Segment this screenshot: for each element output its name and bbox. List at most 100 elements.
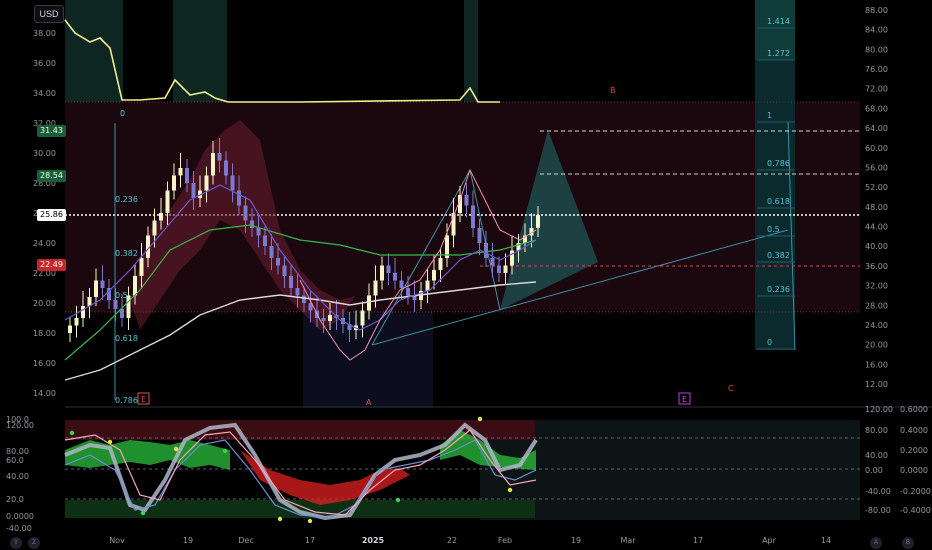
- right-axis-tick: 60.00: [865, 144, 888, 153]
- osc-signal-dot: [69, 430, 75, 436]
- candle-body: [81, 306, 85, 318]
- zone-osc-future: [480, 420, 860, 520]
- osc-signal-dot: [507, 487, 513, 493]
- time-axis-label: 17: [305, 536, 315, 545]
- time-axis-label: 19: [183, 536, 193, 545]
- left-axis-tick: 18.00: [33, 329, 56, 338]
- candle-body: [406, 288, 410, 296]
- candle-body: [432, 270, 436, 281]
- right-axis-tick: 88.00: [865, 6, 888, 15]
- candle-body: [425, 280, 430, 291]
- fib-left-label: 0.382: [115, 249, 138, 258]
- candle-body: [497, 265, 501, 273]
- osc-signal-dot: [107, 439, 113, 445]
- zone-green-1: [65, 0, 123, 102]
- candle-body: [74, 318, 79, 326]
- candle-body: [536, 215, 540, 228]
- price-badge-level-2: 28.54: [37, 170, 66, 182]
- candle-body: [113, 300, 118, 309]
- corner-right2-icon[interactable]: B: [902, 537, 914, 549]
- zone-green-3: [464, 0, 478, 102]
- candle-body: [289, 276, 293, 288]
- left-axis-tick: 38.00: [33, 29, 56, 38]
- candle-body: [367, 295, 371, 311]
- time-axis-label: 14: [821, 536, 831, 545]
- time-axis-label: 2025: [362, 536, 385, 545]
- osc-signal-dot: [477, 416, 483, 422]
- fib-left-label: 0.236: [115, 195, 138, 204]
- left-axis-tick: 36.00: [33, 59, 56, 68]
- candle-body: [269, 246, 274, 258]
- candle-body: [224, 160, 228, 176]
- fib-right-label: 0: [767, 338, 772, 347]
- left-axis-tick: 34.00: [33, 89, 56, 98]
- fib-right-label: 0.786: [767, 159, 790, 168]
- osc-signal-dot: [140, 510, 146, 516]
- corner-left-icon[interactable]: Y: [10, 537, 22, 549]
- candle-body: [250, 220, 254, 228]
- fib-left-label: 0: [120, 109, 125, 118]
- yellow-ratio-line: [64, 19, 500, 103]
- price-badge-level-1: 31.43: [37, 125, 66, 137]
- osc-signal-dot: [277, 516, 283, 522]
- right-axis-tick: 52.00: [865, 183, 888, 192]
- event-marker-1: E: [141, 395, 146, 404]
- fib-right-label: 0.5: [767, 225, 780, 234]
- candle-body: [503, 265, 508, 273]
- fib-left-label: 0.786: [115, 396, 138, 405]
- event-marker-2: E: [682, 395, 687, 404]
- right-axis-tick: 32.00: [865, 282, 888, 291]
- right-axis-tick: 68.00: [865, 104, 888, 113]
- osc-right-inner-tick: -80.00: [865, 506, 891, 515]
- time-axis-label: Feb: [498, 536, 512, 545]
- corner-left2-icon[interactable]: Z: [28, 537, 40, 549]
- candle-body: [484, 243, 488, 258]
- wave-label-c: C: [728, 384, 734, 393]
- osc-right-inner-tick: 40.00: [865, 451, 888, 460]
- candle-body: [256, 228, 261, 236]
- candle-body: [152, 220, 157, 236]
- osc-signal-dot: [222, 448, 228, 454]
- candle-body: [393, 273, 397, 281]
- osc-right-inner-tick: 120.00: [865, 405, 893, 414]
- candle-body: [302, 295, 306, 303]
- osc-left-tick: 60.0: [6, 456, 24, 465]
- time-axis-label: Apr: [762, 536, 777, 545]
- right-axis-tick: 28.00: [865, 301, 888, 310]
- right-axis-tick: 16.00: [865, 360, 888, 369]
- right-axis-tick: 48.00: [865, 203, 888, 212]
- osc-right-inner-tick: -40.00: [865, 487, 891, 496]
- corner-right-icon[interactable]: A: [870, 537, 882, 549]
- candle-body: [263, 235, 267, 246]
- osc-left-tick: 20.0: [6, 495, 24, 504]
- candle-body: [328, 315, 332, 321]
- time-axis-label: Mar: [620, 536, 636, 545]
- fib-right-label: 1.414: [767, 17, 790, 26]
- candle-body: [360, 310, 365, 326]
- time-axis-label: 17: [693, 536, 703, 545]
- right-axis-tick: 40.00: [865, 242, 888, 251]
- osc-right-outer-tick: -0.4000: [900, 506, 931, 515]
- currency-badge[interactable]: USD: [34, 5, 64, 23]
- osc-left-tick: 80.00: [6, 447, 29, 456]
- time-axis[interactable]: Nov 19 Dec 17 2025 22 Feb 19 Mar 17 Apr 14: [109, 536, 831, 545]
- osc-right-inner-tick: 80.00: [865, 426, 888, 435]
- fib-right-label: 1: [767, 111, 772, 120]
- candle-body: [399, 280, 404, 288]
- time-axis-label: 22: [447, 536, 457, 545]
- price-chart[interactable]: 100.0120.0080.0060.040.0020.00.0000-40.0…: [0, 0, 932, 550]
- osc-signal-dot: [395, 497, 401, 503]
- candle-body: [373, 280, 378, 296]
- osc-left-tick: -40.00: [6, 524, 32, 533]
- osc-signal-dot: [173, 446, 179, 452]
- candle-body: [172, 175, 176, 191]
- candle-body: [471, 205, 475, 228]
- candle-body: [159, 213, 163, 221]
- candle-body: [230, 175, 235, 191]
- right-axis-tick: 76.00: [865, 65, 888, 74]
- osc-signal-dot: [307, 518, 313, 524]
- fib-right-label: 0.382: [767, 251, 790, 260]
- right-axis-tick: 44.00: [865, 223, 888, 232]
- candle-body: [386, 265, 391, 273]
- left-axis-tick: 30.00: [33, 149, 56, 158]
